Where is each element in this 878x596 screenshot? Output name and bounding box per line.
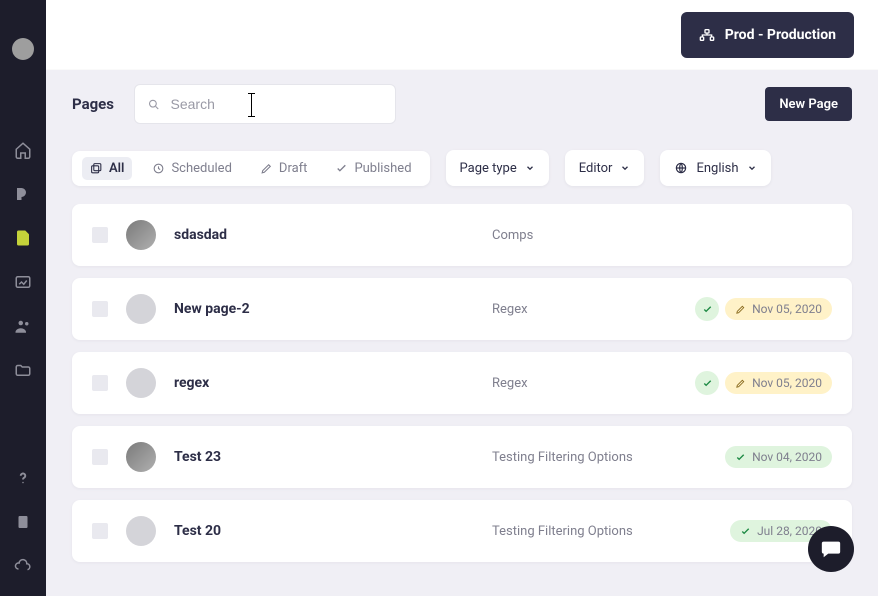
author-avatar [126, 294, 156, 324]
user-avatar[interactable] [12, 38, 34, 60]
filter-draft[interactable]: Draft [252, 157, 316, 180]
row-title: Test 23 [174, 449, 474, 465]
row-title: Test 20 [174, 523, 474, 539]
blog-icon[interactable] [13, 184, 33, 204]
row-title: regex [174, 375, 474, 391]
row-checkbox[interactable] [92, 449, 108, 465]
check-icon [335, 162, 348, 175]
author-avatar [126, 368, 156, 398]
row-badges: Nov 04, 2020 [725, 446, 832, 468]
language-label: English [696, 161, 738, 176]
list-item[interactable]: Test 23 Testing Filtering Options Nov 04… [72, 426, 852, 488]
search-input[interactable] [171, 96, 384, 112]
page-type-dropdown[interactable]: Page type [446, 150, 549, 186]
row-checkbox[interactable] [92, 301, 108, 317]
draft-badge: Nov 05, 2020 [725, 298, 832, 320]
filter-scheduled[interactable]: Scheduled [144, 157, 239, 180]
search-icon [147, 97, 161, 112]
sidebar [0, 0, 46, 596]
new-page-button[interactable]: New Page [765, 87, 852, 121]
search-box[interactable] [134, 84, 396, 124]
files-icon[interactable] [13, 360, 33, 380]
environment-label: Prod - Production [725, 27, 836, 43]
help-icon[interactable] [13, 468, 33, 488]
pencil-icon [260, 162, 273, 175]
list-item[interactable]: Test 20 Testing Filtering Options Jul 28… [72, 500, 852, 562]
published-badge [695, 371, 719, 395]
status-filter-group: All Scheduled Draft Published [72, 151, 430, 186]
page-list: sdasdad Comps New page-2 Regex Nov 05, 2… [46, 204, 878, 596]
chevron-down-icon [525, 163, 535, 173]
author-avatar [126, 220, 156, 250]
page-title: Pages [72, 95, 114, 113]
editor-dropdown[interactable]: Editor [565, 150, 645, 186]
filter-draft-label: Draft [279, 161, 308, 176]
chevron-down-icon [747, 163, 757, 173]
list-item[interactable]: New page-2 Regex Nov 05, 2020 [72, 278, 852, 340]
row-date: Nov 05, 2020 [752, 376, 822, 390]
filter-published[interactable]: Published [327, 157, 419, 180]
check-icon [740, 526, 751, 537]
cloud-icon[interactable] [13, 556, 33, 576]
row-category: Comps [492, 228, 814, 243]
pages-icon[interactable] [13, 228, 33, 248]
users-icon[interactable] [13, 316, 33, 336]
stack-icon [90, 162, 103, 175]
header-row: Pages New Page [46, 70, 878, 124]
row-checkbox[interactable] [92, 523, 108, 539]
row-category: Regex [492, 376, 677, 391]
list-item[interactable]: regex Regex Nov 05, 2020 [72, 352, 852, 414]
row-checkbox[interactable] [92, 375, 108, 391]
author-avatar [126, 442, 156, 472]
filter-published-label: Published [354, 161, 411, 176]
row-checkbox[interactable] [92, 227, 108, 243]
filters-row: All Scheduled Draft Published Page type … [46, 124, 878, 204]
filter-all[interactable]: All [82, 157, 132, 180]
environment-selector[interactable]: Prod - Production [681, 12, 854, 58]
row-category: Testing Filtering Options [492, 524, 712, 539]
pencil-icon [735, 304, 746, 315]
globe-icon [674, 161, 688, 175]
filter-all-label: All [109, 161, 124, 176]
chat-icon [820, 538, 842, 560]
topbar: Prod - Production [46, 0, 878, 70]
row-badges: Nov 05, 2020 [695, 371, 832, 395]
language-dropdown[interactable]: English [660, 150, 770, 186]
docs-icon[interactable] [13, 512, 33, 532]
check-icon [735, 452, 746, 463]
check-icon [702, 304, 713, 315]
editor-label: Editor [579, 161, 613, 176]
published-badge [695, 297, 719, 321]
row-title: New page-2 [174, 301, 474, 317]
check-icon [702, 378, 713, 389]
published-badge: Nov 04, 2020 [725, 446, 832, 468]
chat-button[interactable] [808, 526, 854, 572]
page-type-label: Page type [460, 161, 517, 176]
home-icon[interactable] [13, 140, 33, 160]
clock-icon [152, 162, 165, 175]
sitemap-icon [699, 28, 715, 42]
new-page-label: New Page [779, 97, 838, 112]
pencil-icon [735, 378, 746, 389]
row-category: Testing Filtering Options [492, 450, 707, 465]
row-title: sdasdad [174, 227, 474, 243]
row-badges: Nov 05, 2020 [695, 297, 832, 321]
author-avatar [126, 516, 156, 546]
filter-scheduled-label: Scheduled [171, 161, 231, 176]
text-cursor-icon [251, 94, 252, 116]
media-icon[interactable] [13, 272, 33, 292]
chevron-down-icon [620, 163, 630, 173]
main-area: Prod - Production Pages New Page All Sch… [46, 0, 878, 596]
row-date: Nov 05, 2020 [752, 302, 822, 316]
row-date: Nov 04, 2020 [752, 450, 822, 464]
list-item[interactable]: sdasdad Comps [72, 204, 852, 266]
draft-badge: Nov 05, 2020 [725, 372, 832, 394]
row-category: Regex [492, 302, 677, 317]
